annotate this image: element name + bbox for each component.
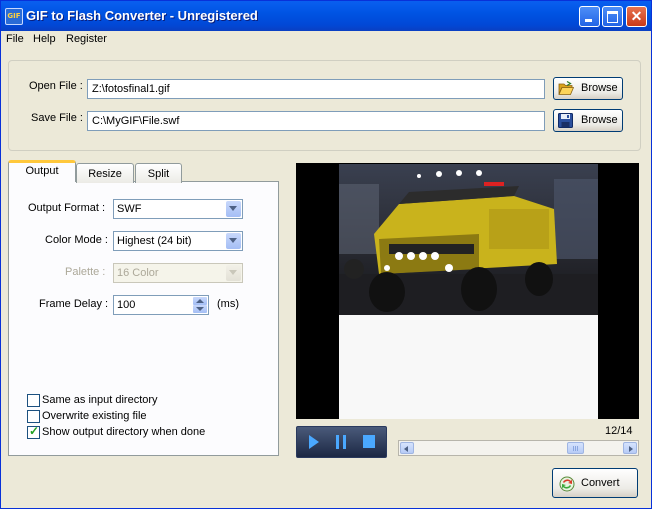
menu-bar: File Help Register <box>1 31 651 49</box>
window-title: GIF to Flash Converter - Unregistered <box>26 8 258 23</box>
floppy-disk-icon <box>558 113 573 128</box>
spin-up-icon[interactable] <box>193 297 207 305</box>
save-browse-label: Browse <box>581 114 618 126</box>
frame-delay-value: 100 <box>117 299 136 311</box>
app-icon: GIF <box>5 8 23 25</box>
checkmark-icon: ✓ <box>29 424 40 438</box>
maximize-icon <box>607 11 618 23</box>
menu-help[interactable]: Help <box>33 33 56 45</box>
tab-output[interactable]: Output <box>8 160 76 182</box>
convert-icon <box>559 476 575 492</box>
open-file-label: Open File : <box>29 80 83 92</box>
save-browse-button[interactable]: Browse <box>553 109 623 132</box>
minimize-button[interactable] <box>579 6 600 27</box>
menu-file[interactable]: File <box>6 33 24 45</box>
chevron-down-icon <box>226 233 241 249</box>
menu-register[interactable]: Register <box>66 33 107 45</box>
open-folder-icon <box>558 81 574 95</box>
frame-delay-unit: (ms) <box>217 298 239 310</box>
close-icon: ✕ <box>630 8 643 24</box>
open-file-input[interactable]: Z:\fotosfinal1.gif <box>87 79 545 99</box>
save-file-input[interactable]: C:\MyGIF\File.swf <box>87 111 545 131</box>
preview-image <box>339 164 598 315</box>
palette-label: Palette : <box>65 266 106 278</box>
player-controls <box>296 426 387 458</box>
overwrite-checkbox[interactable] <box>27 410 40 423</box>
spin-down-icon[interactable] <box>193 305 207 313</box>
chevron-down-icon <box>226 201 241 217</box>
frame-delay-spinner[interactable]: 100 <box>113 295 209 315</box>
overwrite-label: Overwrite existing file <box>42 410 147 422</box>
close-button[interactable]: ✕ <box>626 6 647 27</box>
pause-icon[interactable] <box>328 431 354 453</box>
tab-split[interactable]: Split <box>135 163 182 183</box>
scroll-left-icon[interactable] <box>400 442 414 454</box>
title-bar[interactable]: GIF GIF to Flash Converter - Unregistere… <box>1 1 651 31</box>
frame-counter: 12/14 <box>605 425 633 437</box>
convert-button[interactable]: Convert <box>552 468 638 498</box>
show-output-dir-label: Show output directory when done <box>42 426 206 438</box>
file-group <box>8 60 641 151</box>
show-output-dir-checkbox[interactable]: ✓ <box>27 424 40 439</box>
scroll-thumb[interactable] <box>567 442 584 454</box>
app-window: GIF GIF to Flash Converter - Unregistere… <box>0 0 652 509</box>
scroll-right-icon[interactable] <box>623 442 637 454</box>
output-format-value: SWF <box>117 203 142 215</box>
palette-value: 16 Color <box>117 267 159 279</box>
same-dir-label: Same as input directory <box>42 394 158 406</box>
stop-icon[interactable] <box>356 431 382 453</box>
open-browse-label: Browse <box>581 82 618 94</box>
frame-delay-label: Frame Delay : <box>39 298 109 310</box>
maximize-button[interactable] <box>602 6 623 27</box>
chevron-down-icon <box>226 265 241 281</box>
output-format-label: Output Format : <box>28 202 106 214</box>
frame-scrollbar[interactable] <box>398 440 639 456</box>
play-icon[interactable] <box>300 431 326 453</box>
same-dir-checkbox[interactable] <box>27 394 40 407</box>
palette-select: 16 Color <box>113 263 243 283</box>
color-mode-value: Highest (24 bit) <box>117 235 192 247</box>
preview-blank-area <box>339 315 598 419</box>
minimize-icon <box>585 19 592 22</box>
color-mode-select[interactable]: Highest (24 bit) <box>113 231 243 251</box>
color-mode-label: Color Mode : <box>45 234 108 246</box>
tab-resize[interactable]: Resize <box>76 163 134 183</box>
convert-label: Convert <box>581 477 620 489</box>
save-file-label: Save File : <box>31 112 83 124</box>
open-browse-button[interactable]: Browse <box>553 77 623 100</box>
output-format-select[interactable]: SWF <box>113 199 243 219</box>
